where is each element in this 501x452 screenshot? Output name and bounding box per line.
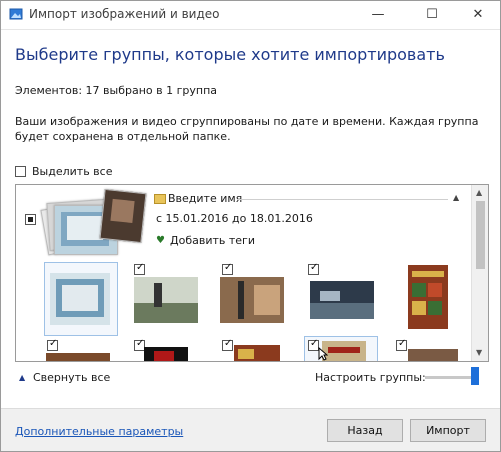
adjust-groups-label: Настроить группы: xyxy=(315,371,426,384)
group-preview-stack[interactable] xyxy=(38,188,147,267)
thumbnail[interactable] xyxy=(234,345,280,361)
collapse-all-icon[interactable]: ▲ xyxy=(19,373,25,382)
back-button[interactable]: Назад xyxy=(327,419,403,442)
check-mark-icon: ✓ xyxy=(49,338,58,349)
thumbnail[interactable] xyxy=(134,277,198,323)
group-checkbox[interactable] xyxy=(25,214,36,225)
page-title: Выберите группы, которые хотите импортир… xyxy=(15,45,445,64)
collapse-all-link[interactable]: Свернуть все xyxy=(33,371,110,384)
check-mark-icon: ✓ xyxy=(224,338,233,349)
check-mark-icon: ✓ xyxy=(224,262,233,273)
tag-icon: ♥ xyxy=(156,235,165,246)
thumbnail[interactable] xyxy=(322,341,366,361)
minimize-button[interactable]: — xyxy=(357,1,399,29)
thumbnail-checkbox[interactable]: ✓ xyxy=(222,262,233,275)
check-mark-icon: ✓ xyxy=(398,338,407,349)
maximize-button[interactable]: ☐ xyxy=(411,1,453,29)
check-mark-icon: ✓ xyxy=(136,262,145,273)
group-divider xyxy=(238,199,448,200)
thumbnail-checkbox[interactable]: ✓ xyxy=(47,338,58,351)
title-bar[interactable]: Импорт изображений и видео — ☐ ✕ xyxy=(1,1,500,30)
thumbnail-checkbox[interactable]: ✓ xyxy=(396,338,407,351)
group-name-input[interactable]: Введите имя xyxy=(168,192,242,205)
thumbnail-checkbox[interactable]: ✓ xyxy=(222,338,233,351)
thumbnail[interactable] xyxy=(408,265,448,329)
thumbnail[interactable] xyxy=(46,353,110,361)
window-title: Импорт изображений и видео xyxy=(29,7,220,21)
adjust-groups-slider[interactable] xyxy=(425,376,477,379)
close-button[interactable]: ✕ xyxy=(457,1,499,29)
thumbnail[interactable] xyxy=(50,273,110,325)
import-dialog: Импорт изображений и видео — ☐ ✕ Выберит… xyxy=(0,0,501,452)
thumbnail[interactable] xyxy=(144,347,188,361)
thumbnail-checkbox[interactable]: ✓ xyxy=(308,262,319,275)
mouse-cursor-icon xyxy=(318,347,328,361)
group-date-range: с 15.01.2016 до 18.01.2016 xyxy=(156,212,313,225)
select-all-checkbox[interactable] xyxy=(15,166,26,177)
scroll-up-icon[interactable]: ▲ xyxy=(476,188,482,197)
groups-scrollbar[interactable]: ▲ ▼ xyxy=(471,185,488,361)
groups-list[interactable]: Введите имя ▲ с 15.01.2016 до 18.01.2016… xyxy=(15,184,489,362)
select-all-label[interactable]: Выделить все xyxy=(32,165,112,178)
scrollbar-thumb[interactable] xyxy=(476,201,485,269)
import-button[interactable]: Импорт xyxy=(410,419,486,442)
thumbnail[interactable] xyxy=(310,281,374,319)
photos-app-icon xyxy=(9,8,23,20)
add-tags-link[interactable]: Добавить теги xyxy=(170,234,255,247)
scroll-down-icon[interactable]: ▼ xyxy=(476,348,482,357)
check-mark-icon: ✓ xyxy=(310,262,319,273)
selection-count: Элементов: 17 выбрано в 1 группа xyxy=(15,84,218,97)
folder-icon xyxy=(154,194,166,204)
thumbnail[interactable] xyxy=(408,349,458,361)
description-text: Ваши изображения и видео сгруппированы п… xyxy=(15,115,479,143)
thumbnail[interactable] xyxy=(220,277,284,323)
collapse-group-icon[interactable]: ▲ xyxy=(453,193,459,202)
partial-check-mark xyxy=(28,217,33,222)
slider-thumb[interactable] xyxy=(471,367,479,385)
more-options-link[interactable]: Дополнительные параметры xyxy=(15,425,183,438)
dialog-footer: Дополнительные параметры Назад Импорт xyxy=(1,408,500,451)
thumbnail-checkbox[interactable]: ✓ xyxy=(134,262,145,275)
